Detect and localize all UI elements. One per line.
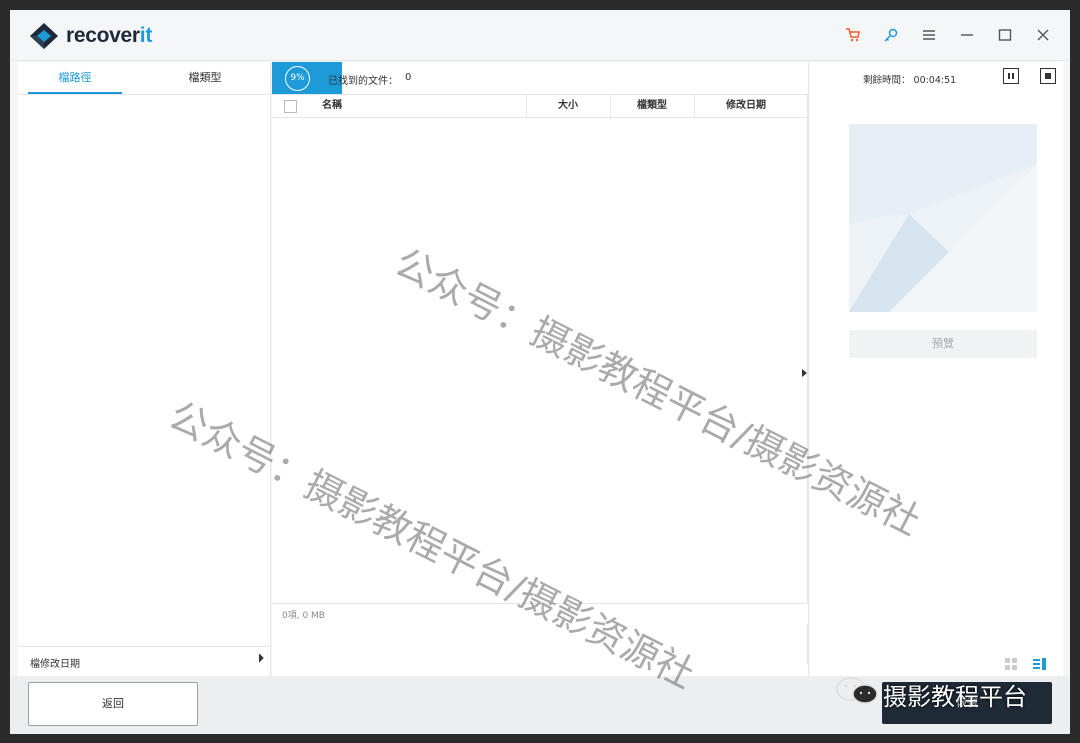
preview-button[interactable]: 預覽 [849,330,1037,358]
filter-label: 檔修改日期 [30,659,80,670]
grid-view-icon[interactable] [1005,658,1017,670]
collapse-arrow-icon[interactable] [801,369,807,380]
preview-placeholder-image [849,124,1037,312]
pause-button[interactable] [1003,68,1019,84]
preview-panel: 剩餘時間： 00:04:51 預覽 [802,62,1063,676]
left-panel: 檔路徑 檔類型 檔修改日期 [18,62,271,676]
view-tabs: 檔路徑 檔類型 [18,62,270,95]
found-label: 已找到的文件： [328,76,398,87]
titlebar: recoverit [10,10,1070,61]
close-icon[interactable] [1024,22,1062,48]
remaining-time: 剩餘時間： 00:04:51 [863,75,957,86]
filter-modified-date[interactable]: 檔修改日期 [18,646,270,677]
status-text: 0項, 0 MB [282,611,325,621]
maximize-icon[interactable] [986,22,1024,48]
logo: recoverit [28,22,152,50]
wechat-icon [835,676,879,713]
column-modified[interactable]: 修改日期 [694,95,798,117]
wechat-badge: 摄影教程平台 [835,676,1027,713]
file-list-area: 9% 已找到的文件： 0 名稱 大小 檔類型 修改日期 [272,62,808,676]
found-count: 0 [405,72,412,83]
progress-indicator: 9% [285,66,310,91]
minimize-icon[interactable] [948,22,986,48]
app-window: recoverit 檔路徑 檔類型 檔修改日期 9% 已找到的文件： 0 名稱 … [10,10,1070,734]
app-name: recoverit [66,24,153,47]
status-bar: 0項, 0 MB [272,603,808,624]
pause-icon [1008,73,1014,79]
menu-icon[interactable] [910,22,948,48]
column-size[interactable]: 大小 [526,95,610,117]
key-icon[interactable] [872,22,910,48]
select-all-checkbox[interactable] [284,100,297,113]
chevron-right-icon [258,653,264,666]
table-header: 名稱 大小 檔類型 修改日期 [272,94,808,118]
column-type[interactable]: 檔類型 [610,95,694,117]
tab-file-path[interactable]: 檔路徑 [28,62,122,94]
column-name[interactable]: 名稱 [322,95,342,117]
badge-text: 摄影教程平台 [883,683,1027,711]
stop-button[interactable] [1040,68,1056,84]
stop-icon [1045,73,1051,79]
list-view-icon[interactable] [1033,658,1046,670]
cart-icon[interactable] [834,22,872,48]
recoverit-logo-icon [30,23,58,49]
back-button[interactable]: 返回 [28,682,198,726]
tab-file-type[interactable]: 檔類型 [158,62,252,94]
